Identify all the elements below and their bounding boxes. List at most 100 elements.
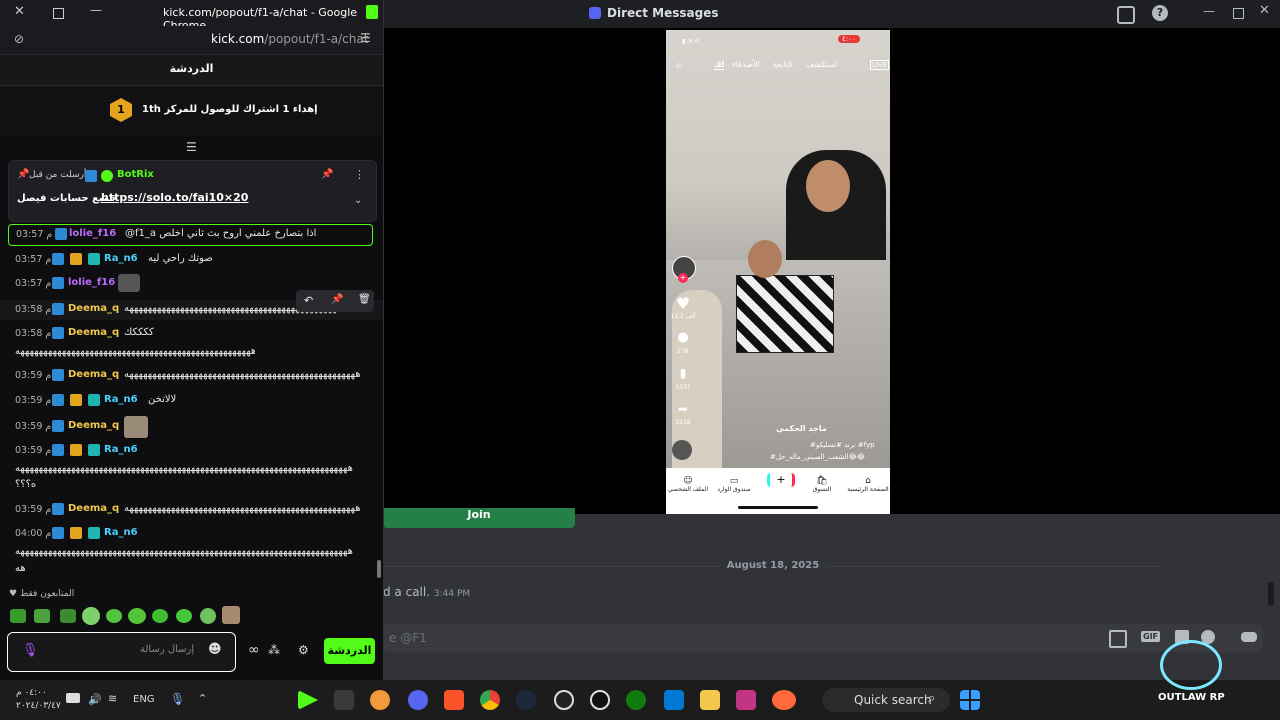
store-app-icon[interactable]	[664, 690, 684, 710]
delete-icon[interactable]: 🗑	[358, 294, 371, 305]
message-username[interactable]: Deema_q	[68, 369, 119, 380]
infinity-icon[interactable]: ∞	[248, 642, 260, 658]
notification-app-icon[interactable]	[370, 690, 390, 710]
gif-icon[interactable]: GIF	[1141, 631, 1161, 642]
nav-inbox[interactable]: ▭ صندوق الوارد	[712, 476, 756, 493]
pinned-username[interactable]: BotRix	[117, 169, 154, 180]
steam-app-icon[interactable]	[516, 690, 536, 710]
pin-action-icon[interactable]: 📌	[321, 169, 333, 180]
message-username[interactable]: Deema_q	[68, 420, 119, 431]
message-username[interactable]: lolie_f16	[69, 228, 116, 239]
balloons-icon[interactable]	[772, 690, 796, 710]
sub-goal-bar[interactable]: 1 إهداء 1 اشتراك للوصول للمركز 1th	[0, 86, 383, 136]
activity-icon[interactable]	[1241, 632, 1257, 642]
share-icon[interactable]: ➦	[670, 402, 696, 416]
video-author[interactable]: ماجد الحكمي	[776, 424, 827, 433]
gift-icon[interactable]	[1109, 630, 1127, 648]
close-icon[interactable]: ✕	[1259, 3, 1270, 18]
address-text[interactable]: kick.com/popout/f1-a/chat	[211, 32, 368, 46]
heart-icon[interactable]: ♥	[670, 294, 696, 313]
maximize-icon[interactable]	[1233, 8, 1244, 19]
close-icon[interactable]: ✕	[14, 4, 25, 19]
chat-message-highlighted[interactable]: 03:57 م lolie_f16 @f1_a اذا بتصارخ علمني…	[8, 224, 373, 246]
chat-scrollbar[interactable]	[377, 560, 381, 578]
emote-icon[interactable]	[200, 608, 216, 624]
help-icon[interactable]: ?	[1152, 5, 1168, 21]
folder-app-icon[interactable]	[700, 690, 720, 710]
gear-icon[interactable]: ⚙	[298, 643, 309, 657]
tab-friends[interactable]: الأصدقاء	[732, 60, 760, 69]
bookmark-icon[interactable]: ▮	[670, 366, 696, 380]
windows-start-icon[interactable]	[960, 690, 980, 710]
users-icon[interactable]: ⁂	[268, 643, 280, 657]
instagram-app-icon[interactable]	[736, 690, 756, 710]
follow-icon[interactable]: +	[678, 273, 688, 283]
minimize-icon[interactable]: —	[90, 3, 102, 17]
address-bar[interactable]: ⊘ kick.com/popout/f1-a/chat ☰	[0, 26, 383, 55]
emote-icon[interactable]	[152, 609, 168, 623]
search-icon[interactable]: ⌕	[676, 60, 682, 71]
comment-icon[interactable]: ●	[670, 330, 696, 345]
xbox-app-icon[interactable]	[626, 690, 646, 710]
pinned-message[interactable]: 📌 أرسلت من قبل BotRix 📌 ⋮ جميع حسابات في…	[8, 160, 377, 222]
more-icon[interactable]: ⋮	[354, 168, 365, 181]
site-settings-icon[interactable]: ☰	[360, 31, 371, 45]
emote-icon[interactable]	[60, 609, 76, 623]
rockstar-app-icon[interactable]	[554, 690, 574, 710]
emote-icon[interactable]	[10, 609, 26, 623]
emote-icon[interactable]	[106, 609, 122, 623]
nav-home[interactable]: ⌂ الصفحة الرئيسية	[846, 476, 890, 493]
join-button[interactable]: Join	[383, 508, 575, 528]
sound-disc-icon[interactable]	[672, 440, 692, 460]
nav-profile[interactable]: ☺ الملف الشخصي	[666, 476, 710, 493]
emote-icon[interactable]	[176, 609, 192, 623]
send-chat-button[interactable]: الدردشة	[324, 638, 375, 664]
date-divider: August 18, 2025	[383, 560, 1163, 571]
minimize-icon[interactable]: —	[1203, 4, 1215, 18]
chrome-app-icon[interactable]	[480, 690, 500, 710]
message-username[interactable]: Deema_q	[68, 303, 119, 314]
chevron-down-icon[interactable]: ⌄	[354, 195, 362, 206]
obs-app-icon[interactable]	[590, 690, 610, 710]
microphone-icon[interactable]: 🎙	[170, 692, 185, 706]
volume-icon[interactable]: 🔊	[88, 693, 102, 706]
microphone-icon[interactable]: 🎙	[22, 643, 39, 658]
reply-icon[interactable]: ↶	[304, 294, 313, 307]
scrollbar[interactable]	[1268, 582, 1274, 606]
inbox-icon[interactable]	[1117, 6, 1135, 24]
message-username[interactable]: Ra_n6	[104, 253, 138, 264]
nav-shop[interactable]: 🛍 التسوق	[800, 476, 844, 493]
eye-off-icon[interactable]: ⊘	[14, 32, 24, 46]
message-username[interactable]: Deema_q	[68, 503, 119, 514]
chat-input[interactable]: 🎙 إرسال رسالة ☻	[7, 632, 236, 672]
emoji-icon[interactable]: ☻	[208, 642, 222, 657]
emote-icon[interactable]	[222, 606, 240, 624]
tab-following[interactable]: التابعة	[773, 60, 793, 69]
discord-app-icon[interactable]	[408, 690, 428, 710]
message-username[interactable]: Ra_n6	[104, 394, 138, 405]
battery-icon[interactable]	[66, 693, 80, 703]
pin-icon[interactable]: 📌	[331, 294, 343, 305]
message-username[interactable]: lolie_f16	[68, 277, 115, 288]
tab-for-you[interactable]: لك	[714, 60, 725, 70]
language-indicator[interactable]: ENG	[133, 694, 155, 705]
message-username[interactable]: Ra_n6	[104, 444, 138, 455]
message-username[interactable]: Ra_n6	[104, 527, 138, 538]
message-input[interactable]: e @F1 GIF	[383, 624, 1263, 652]
emote-icon[interactable]	[34, 609, 50, 623]
chevron-up-icon[interactable]: ⌃	[198, 692, 207, 705]
brave-app-icon[interactable]	[444, 690, 464, 710]
chat-message-hovered[interactable]: 03:58 م Deema_q هههههههههههههههههههههههه…	[0, 290, 383, 320]
pinned-link[interactable]: https://solo.to/fai10×20	[101, 191, 248, 204]
collapse-icon[interactable]: ☰	[186, 140, 197, 154]
tab-explore[interactable]: استكشف	[806, 60, 837, 69]
create-button[interactable]: +	[767, 473, 795, 487]
wifi-icon[interactable]: ≋	[108, 692, 117, 705]
emote-icon[interactable]	[128, 608, 146, 624]
message-username[interactable]: Deema_q	[68, 327, 119, 338]
restore-icon[interactable]	[53, 8, 64, 19]
taskbar-search[interactable]: Quick search ⌕	[822, 688, 950, 712]
mail-app-icon[interactable]	[334, 690, 354, 710]
live-icon[interactable]: LIVE	[870, 60, 890, 70]
emote-icon[interactable]	[82, 607, 100, 625]
